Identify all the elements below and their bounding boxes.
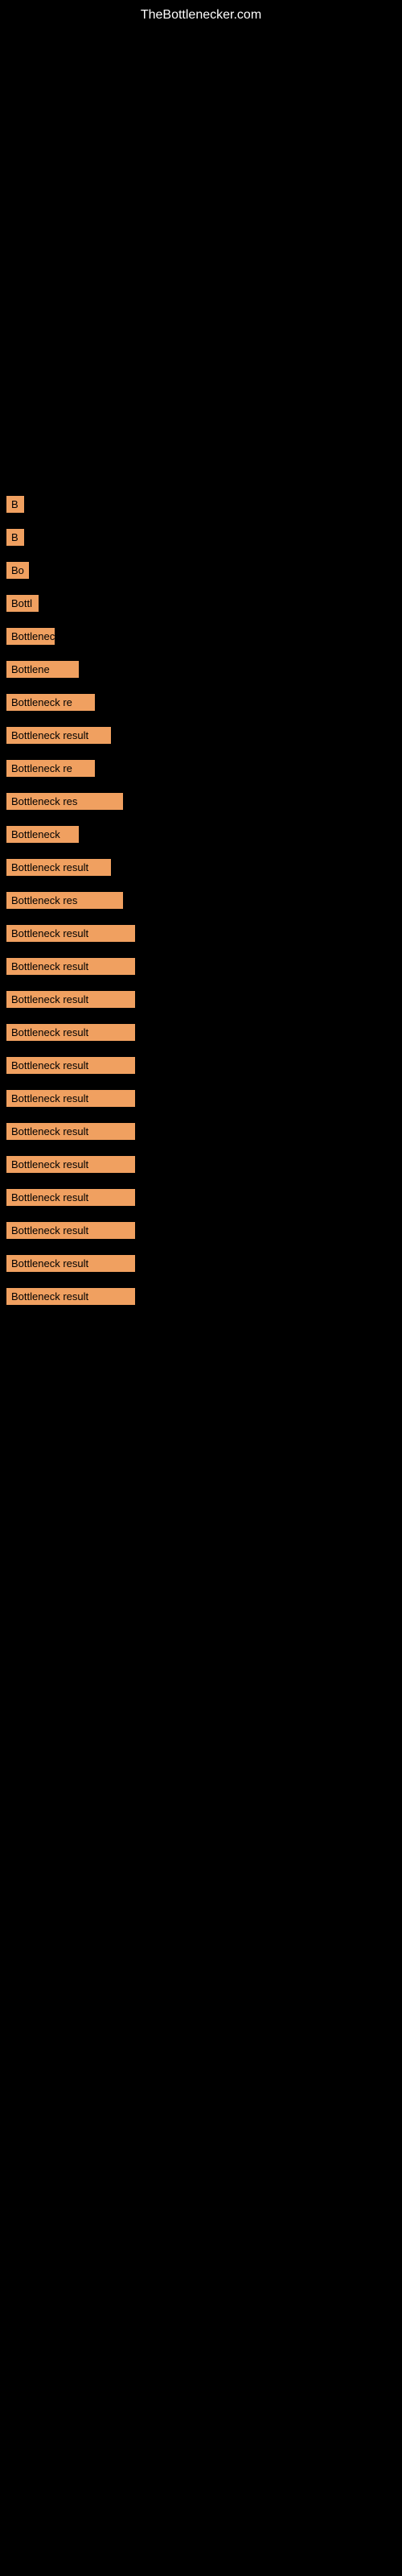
bottleneck-result-label: Bottleneck res (6, 793, 123, 810)
bottleneck-result-label: Bottleneck result (6, 1189, 135, 1206)
bottleneck-result-label: Bottleneck result (6, 1123, 135, 1140)
bottleneck-result-label: Bottleneck (6, 826, 79, 843)
list-item: Bottleneck result (6, 1288, 396, 1305)
list-item: Bottleneck res (6, 793, 396, 810)
bottleneck-result-label: Bottleneck result (6, 1090, 135, 1107)
list-item: Bottlene (6, 661, 396, 678)
list-item: Bottleneck result (6, 958, 396, 975)
list-item: Bottleneck result (6, 1123, 396, 1140)
list-item: Bottleneck result (6, 1255, 396, 1272)
list-item: B (6, 529, 396, 546)
list-item: Bottleneck result (6, 1222, 396, 1239)
bottleneck-result-label: B (6, 529, 24, 546)
site-title: TheBottlenecker.com (0, 0, 402, 29)
list-item: Bottl (6, 595, 396, 612)
bottleneck-result-label: Bottleneck re (6, 694, 95, 711)
bottleneck-result-label: Bottleneck result (6, 1057, 135, 1074)
bottleneck-result-label: Bottleneck result (6, 925, 135, 942)
bottleneck-result-label: Bottleneck res (6, 892, 123, 909)
list-item: Bottleneck result (6, 991, 396, 1008)
list-item: Bottleneck result (6, 1189, 396, 1206)
bottleneck-result-label: Bo (6, 562, 29, 579)
results-list: BB Bo Bottl Bottleneck r Bottlene Bottleneck … (0, 496, 402, 1321)
bottleneck-result-label: Bottleneck result (6, 1255, 135, 1272)
list-item: Bottleneck result (6, 727, 396, 744)
list-item: Bottleneck res (6, 892, 396, 909)
list-item: Bo (6, 562, 396, 579)
list-item: Bottleneck r (6, 628, 396, 645)
bottleneck-result-label: Bottleneck result (6, 958, 135, 975)
site-title-container: TheBottlenecker.com (0, 0, 402, 29)
bottleneck-result-label: Bottleneck result (6, 1156, 135, 1173)
bottleneck-result-label: B (6, 496, 24, 513)
list-item: B (6, 496, 396, 513)
bottleneck-result-label: Bottleneck result (6, 727, 111, 744)
list-item: Bottleneck result (6, 1057, 396, 1074)
list-item: Bottleneck result (6, 1156, 396, 1173)
bottleneck-result-label: Bottleneck result (6, 859, 111, 876)
bottleneck-result-label: Bottlene (6, 661, 79, 678)
list-item: Bottleneck (6, 826, 396, 843)
list-item: Bottleneck result (6, 1024, 396, 1041)
list-item: Bottleneck re (6, 694, 396, 711)
bottleneck-result-label: Bottleneck r (6, 628, 55, 645)
bottleneck-result-label: Bottleneck result (6, 1024, 135, 1041)
bottleneck-result-label: Bottleneck result (6, 991, 135, 1008)
list-item: Bottleneck result (6, 1090, 396, 1107)
bottleneck-result-label: Bottleneck re (6, 760, 95, 777)
bottleneck-result-label: Bottl (6, 595, 39, 612)
list-item: Bottleneck result (6, 925, 396, 942)
bottleneck-result-label: Bottleneck result (6, 1222, 135, 1239)
list-item: Bottleneck re (6, 760, 396, 777)
bottleneck-result-label: Bottleneck result (6, 1288, 135, 1305)
list-item: Bottleneck result (6, 859, 396, 876)
